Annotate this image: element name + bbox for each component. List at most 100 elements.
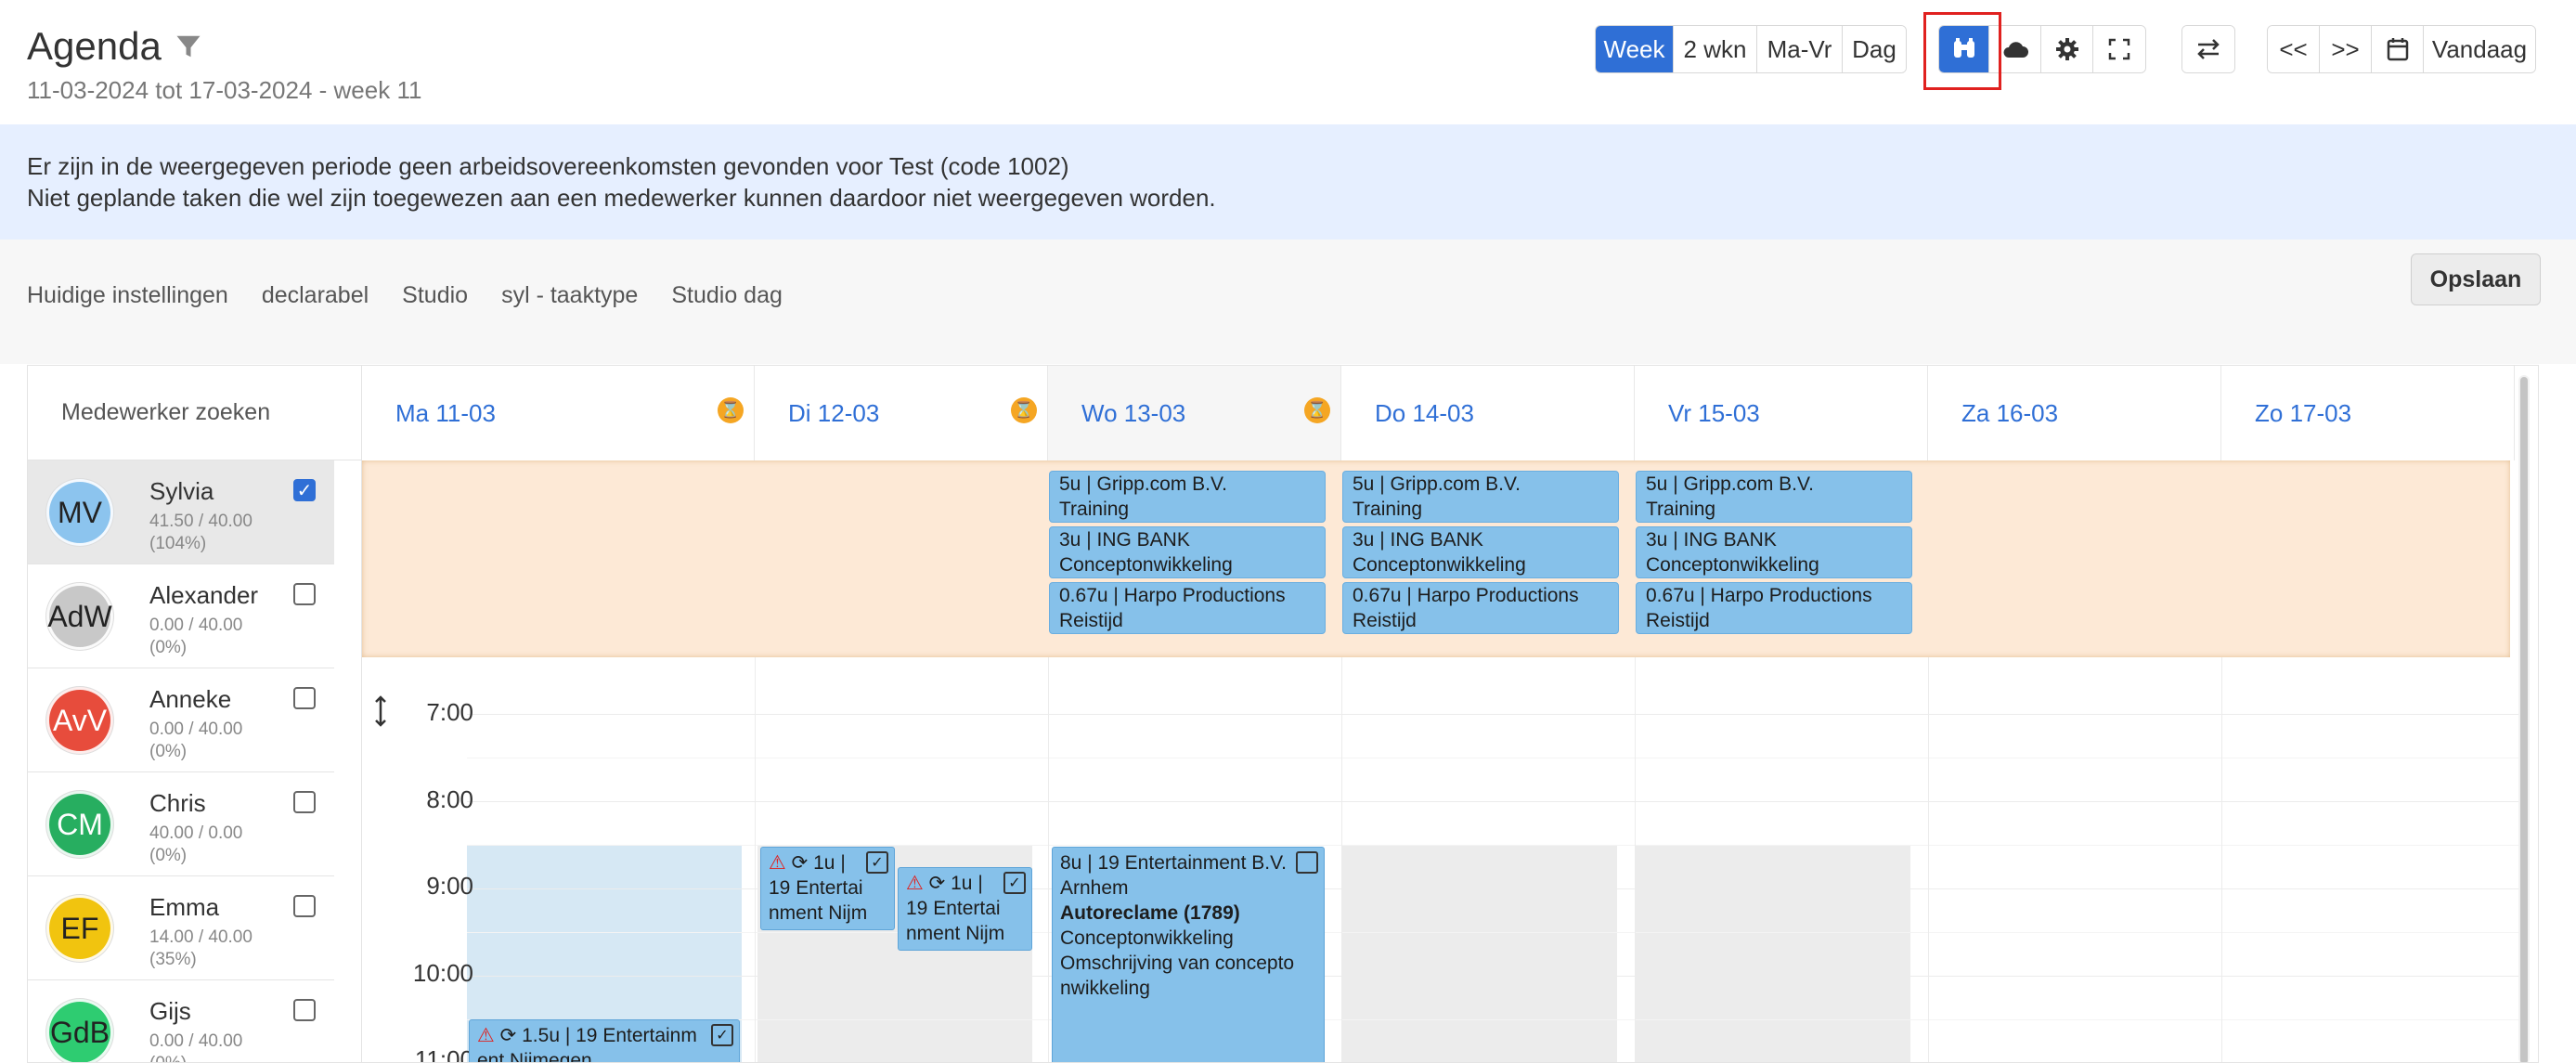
- calendar-picker-button[interactable]: [2372, 26, 2424, 72]
- column-divider: [2221, 657, 2222, 1062]
- fullscreen-icon: [2108, 38, 2130, 60]
- day-header-label: Di 12-03: [788, 398, 880, 427]
- warning-icon: ⚠: [906, 873, 924, 894]
- settings-tab-declarabel[interactable]: declarabel: [262, 282, 369, 309]
- day-header-fri[interactable]: Vr 15-03: [1635, 366, 1928, 460]
- unplanned-task-card[interactable]: 3u | ING BANK Conceptonwikkeling: [1636, 526, 1912, 578]
- time-label: 8:00: [426, 785, 473, 813]
- avatar: MV: [46, 479, 113, 546]
- day-header-label: Za 16-03: [1961, 398, 2059, 427]
- column-divider: [1341, 657, 1342, 1062]
- page-title-text: Agenda: [27, 24, 162, 68]
- calendar-event[interactable]: ⚠ ⟳ 1u | 19 Entertai nment Nijm ✓: [898, 867, 1032, 951]
- fullscreen-button[interactable]: [2093, 26, 2145, 72]
- scrollbar-thumb[interactable]: [2520, 377, 2528, 1062]
- employee-row[interactable]: MV Sylvia 41.50 / 40.00 (104%) ✓: [28, 460, 334, 564]
- event-description: Omschrijving van concepto: [1060, 953, 1295, 974]
- event-subtitle: ent Nijmegen: [477, 1050, 592, 1063]
- unplanned-task-card[interactable]: 5u | Gripp.com B.V. Training: [1049, 471, 1326, 523]
- view-toggle-group: Week 2 wkn Ma-Vr Dag: [1595, 25, 1907, 73]
- employee-row[interactable]: AvV Anneke 0.00 / 40.00 (0%): [28, 668, 334, 772]
- event-checkbox[interactable]: ✓: [866, 851, 888, 874]
- employee-hours-value: 41.50 / 40.00: [149, 512, 252, 531]
- employee-checkbox[interactable]: [293, 687, 316, 709]
- save-button[interactable]: Opslaan: [2411, 253, 2541, 305]
- day-header-label: Zo 17-03: [2255, 398, 2352, 427]
- date-range-subtitle: 11-03-2024 tot 17-03-2024 - week 11: [27, 76, 422, 104]
- employee-search[interactable]: Medewerker zoeken: [28, 366, 362, 460]
- today-button[interactable]: Vandaag: [2424, 26, 2535, 72]
- settings-tab-studio[interactable]: Studio: [402, 282, 468, 309]
- view-2-weeks-button[interactable]: 2 wkn: [1674, 26, 1757, 72]
- cloud-icon: [2003, 42, 2028, 58]
- calendar-event[interactable]: 8u | 19 Entertainment B.V. Arnhem Autore…: [1052, 847, 1325, 1062]
- date-navigation-group: << >> Vandaag: [2267, 25, 2536, 73]
- settings-tab-current[interactable]: Huidige instellingen: [27, 282, 228, 309]
- time-label: 10:00: [412, 959, 473, 987]
- employee-checkbox[interactable]: [293, 583, 316, 605]
- swap-arrows-icon: [2197, 39, 2220, 59]
- unplanned-task-card[interactable]: 3u | ING BANK Conceptonwikkeling: [1342, 526, 1619, 578]
- employee-hours-value: 0.00 / 40.00: [149, 616, 243, 635]
- employee-name: Gijs: [149, 997, 191, 1025]
- event-checkbox[interactable]: [1296, 851, 1318, 874]
- employee-checkbox[interactable]: [293, 791, 316, 813]
- task-title: 5u | Gripp.com B.V.: [1353, 473, 1521, 495]
- view-workweek-button[interactable]: Ma-Vr: [1757, 26, 1843, 72]
- employee-name: Alexander: [149, 581, 259, 609]
- day-header-tue[interactable]: Di 12-03: [755, 366, 1048, 460]
- filter-icon[interactable]: [175, 32, 202, 60]
- day-header-mon[interactable]: Ma 11-03: [362, 366, 755, 460]
- unavailable-block-thu: [1342, 846, 1617, 1062]
- view-day-button[interactable]: Dag: [1843, 26, 1906, 72]
- settings-tab-syl-tasktype[interactable]: syl - taaktype: [501, 282, 638, 309]
- event-description: nwikkeling: [1060, 978, 1150, 999]
- column-divider: [755, 657, 756, 1062]
- swap-button[interactable]: [2182, 26, 2234, 72]
- event-checkbox[interactable]: ✓: [1003, 872, 1026, 894]
- unplanned-task-card[interactable]: 3u | ING BANK Conceptonwikkeling: [1049, 526, 1326, 578]
- employee-row[interactable]: AdW Alexander 0.00 / 40.00 (0%): [28, 564, 334, 668]
- grid-line: [467, 932, 2522, 933]
- grid-line: [467, 1019, 2522, 1020]
- page-title: Agenda: [27, 24, 202, 69]
- event-project: Autoreclame (1789): [1060, 902, 1240, 924]
- employee-row[interactable]: CM Chris 40.00 / 0.00 (0%): [28, 772, 334, 876]
- day-header-label: Ma 11-03: [395, 398, 496, 427]
- unplanned-task-card[interactable]: 0.67u | Harpo Productions Reistijd: [1636, 582, 1912, 634]
- previous-period-button[interactable]: <<: [2268, 26, 2320, 72]
- settings-button[interactable]: [2041, 26, 2093, 72]
- day-header-wed[interactable]: Wo 13-03: [1048, 366, 1341, 460]
- info-banner: Er zijn in de weergegeven periode geen a…: [0, 124, 2576, 240]
- employee-checkbox[interactable]: [293, 895, 316, 917]
- employee-checkbox[interactable]: ✓: [293, 479, 316, 501]
- employee-hours: 41.50 / 40.00 (104%): [149, 511, 252, 555]
- task-type: Conceptonwikkeling: [1646, 554, 1819, 576]
- day-header-sat[interactable]: Za 16-03: [1928, 366, 2221, 460]
- day-header-sun[interactable]: Zo 17-03: [2221, 366, 2515, 460]
- unplanned-task-card[interactable]: 5u | Gripp.com B.V. Training: [1636, 471, 1912, 523]
- unplanned-task-card[interactable]: 5u | Gripp.com B.V. Training: [1342, 471, 1619, 523]
- calendar-event[interactable]: ⚠ ⟳ 1.5u | 19 Entertainm ent Nijmegen ✓: [469, 1019, 740, 1063]
- day-header-label: Wo 13-03: [1081, 398, 1186, 427]
- avatar: CM: [46, 791, 113, 858]
- calendar-event[interactable]: ⚠ ⟳ 1u | 19 Entertai nment Nijm ✓: [760, 847, 895, 930]
- task-title: 5u | Gripp.com B.V.: [1059, 473, 1227, 495]
- grid-line: [467, 976, 2522, 977]
- next-period-button[interactable]: >>: [2320, 26, 2372, 72]
- event-subtitle: nment Nijm: [769, 902, 868, 924]
- unplanned-task-card[interactable]: 0.67u | Harpo Productions Reistijd: [1342, 582, 1619, 634]
- unplanned-task-card[interactable]: 0.67u | Harpo Productions Reistijd: [1049, 582, 1326, 634]
- day-header-thu[interactable]: Do 14-03: [1341, 366, 1635, 460]
- employee-checkbox[interactable]: [293, 999, 316, 1021]
- event-checkbox[interactable]: ✓: [711, 1024, 733, 1046]
- settings-tab-studio-day[interactable]: Studio dag: [671, 282, 783, 309]
- calendar-panel: Medewerker zoeken MV Sylvia 41.50 / 40.0…: [27, 365, 2539, 1063]
- employee-hours-value: 0.00 / 40.00: [149, 719, 243, 739]
- time-label: 11:00: [414, 1045, 473, 1063]
- view-week-button[interactable]: Week: [1596, 26, 1674, 72]
- employee-row[interactable]: GdB Gijs 0.00 / 40.00 (0%): [28, 980, 334, 1062]
- task-type: Reistijd: [1646, 610, 1710, 631]
- employee-row[interactable]: EF Emma 14.00 / 40.00 (35%): [28, 876, 334, 980]
- employee-hours-percent: (0%): [149, 1053, 242, 1062]
